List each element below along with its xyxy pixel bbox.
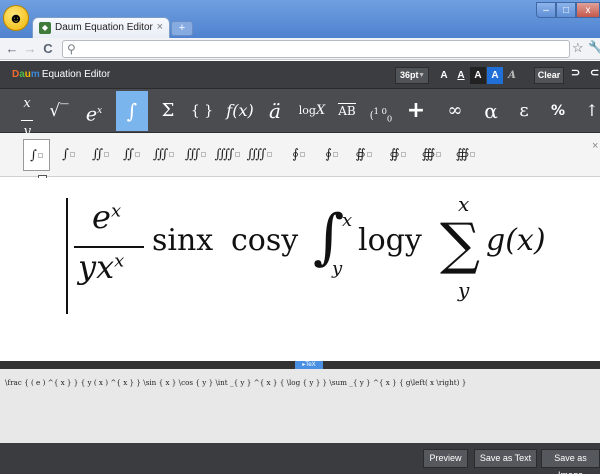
root-icon[interactable]: √‾ (46, 91, 72, 131)
profile-avatar-icon[interactable]: ☻ (3, 5, 29, 31)
integral-palette: ∫ ∫ ∬ ∬ ∭ ∭ ⨌ ⨌ ∮ ∮ ∯ ∯ ∰ ∰ × (0, 133, 600, 177)
window-minimize-button[interactable]: – (536, 2, 556, 18)
palette-triple-integral-limits[interactable]: ∭ (182, 139, 209, 171)
symbol-toolbar: xy √‾ ex ∫ Σ { } f(x) ä logX AB (1 00 1)… (0, 89, 600, 165)
percent-icon[interactable]: % (545, 91, 571, 131)
reload-button[interactable]: C (40, 40, 56, 58)
brackets-icon[interactable]: { } (186, 91, 218, 131)
italic-button[interactable]: A (504, 67, 520, 84)
bookmark-star-icon[interactable]: ☆ (572, 40, 584, 56)
equation-canvas[interactable]: ex yxx sinx cosy ∫ x y logy x ∑ y g(x) (0, 178, 600, 361)
palette-volume-integral-limits[interactable]: ∰ (452, 139, 479, 171)
save-as-image-button[interactable]: Save as Image (541, 449, 600, 474)
app-header: Daum Equation Editor 36pt ▼ A A A A A Clea… (0, 61, 600, 89)
footer-bar: Preview Save as Text Save as Image (0, 443, 600, 474)
preview-button[interactable]: Preview (423, 449, 468, 468)
sum-lower-limit: y (458, 278, 470, 302)
function-icon[interactable]: f(x) (222, 91, 258, 131)
abs-bar-left (66, 198, 68, 314)
window-close-button[interactable]: x (576, 2, 600, 18)
highlight-button[interactable]: A (487, 67, 503, 84)
tex-panel[interactable]: \frac { ( e ) ^{ x } } { y ( x ) ^{ x } … (0, 369, 600, 443)
fraction-numerator: ex (92, 198, 122, 236)
sin-term: sinx (152, 223, 214, 258)
browser-navbar: ← → C ⚲ ☆ 🔧 (0, 38, 600, 60)
favicon-icon: ◆ (39, 22, 51, 34)
tab-title: Daum Equation Editor (55, 22, 153, 33)
integral-upper-limit: x (342, 210, 353, 231)
epsilon-icon[interactable]: ε (510, 91, 538, 131)
underline-button[interactable]: A (453, 67, 469, 84)
palette-integral[interactable]: ∫ (23, 139, 50, 171)
palette-close-icon[interactable]: × (592, 140, 598, 152)
chevron-down-icon: ▼ (418, 72, 425, 79)
clear-button[interactable]: Clear (534, 67, 564, 84)
palette-surface-integral[interactable]: ∯ (350, 139, 377, 171)
log-icon[interactable]: logX (292, 91, 332, 131)
accent-icon[interactable]: ä (262, 91, 288, 131)
palette-double-integral-limits[interactable]: ∬ (118, 139, 145, 171)
tab-close-icon[interactable]: × (157, 21, 163, 33)
cos-term: cosy (231, 223, 299, 258)
tex-source[interactable]: \frac { ( e ) ^{ x } } { y ( x ) ^{ x } … (5, 378, 595, 387)
palette-integral-limits[interactable]: ∫ (55, 139, 82, 171)
infinity-icon[interactable]: ∞ (440, 91, 470, 131)
color-button[interactable]: A (470, 67, 486, 84)
address-bar[interactable]: ⚲ (62, 40, 570, 58)
alpha-icon[interactable]: α (477, 91, 505, 131)
daum-logo: Daum Equation Editor (12, 69, 111, 80)
undo-icon[interactable]: ⊃ (571, 66, 580, 79)
search-icon: ⚲ (67, 42, 76, 56)
sum-sign: ∑ (440, 212, 480, 277)
palette-double-integral[interactable]: ∬ (87, 139, 114, 171)
wrench-menu-icon[interactable]: 🔧 (588, 40, 600, 54)
palette-contour-integral-limits[interactable]: ∮ (318, 139, 345, 171)
browser-tab[interactable]: ◆ Daum Equation Editor × (32, 17, 170, 38)
app-title: Equation Editor (41, 69, 111, 80)
redo-icon[interactable]: ⊂ (590, 66, 599, 79)
palette-quad-integral-limits[interactable]: ⨌ (246, 139, 273, 171)
overline-icon[interactable]: AB (334, 91, 360, 131)
fraction-denominator: yxx (78, 248, 125, 286)
palette-contour-integral[interactable]: ∮ (285, 139, 312, 171)
integral-lower-limit: y (332, 258, 343, 279)
integral-icon[interactable]: ∫ (116, 91, 148, 131)
palette-volume-integral[interactable]: ∰ (418, 139, 445, 171)
bold-button[interactable]: A (436, 67, 452, 84)
new-tab-button[interactable]: + (171, 21, 193, 36)
forward-button[interactable]: → (22, 40, 38, 58)
plus-icon[interactable]: + (403, 91, 429, 131)
back-button[interactable]: ← (4, 40, 20, 58)
function-term: g(x) (486, 223, 546, 258)
matrix-icon[interactable]: (1 00 1) (364, 91, 398, 165)
palette-surface-integral-limits[interactable]: ∯ (384, 139, 411, 171)
palette-quad-integral[interactable]: ⨌ (214, 139, 241, 171)
arrow-icon[interactable]: ↑ (584, 91, 600, 131)
palette-triple-integral[interactable]: ∭ (150, 139, 177, 171)
log-term: logy (358, 223, 422, 258)
sum-icon[interactable]: Σ (155, 91, 181, 131)
fraction-icon[interactable]: xy (14, 91, 40, 139)
font-size-select[interactable]: 36pt ▼ (395, 67, 429, 84)
save-as-text-button[interactable]: Save as Text (474, 449, 537, 468)
window-maximize-button[interactable]: □ (556, 2, 576, 18)
superscript-icon[interactable]: ex (79, 91, 109, 131)
browser-titlebar: ☻ ◆ Daum Equation Editor × + – □ x (0, 0, 600, 38)
